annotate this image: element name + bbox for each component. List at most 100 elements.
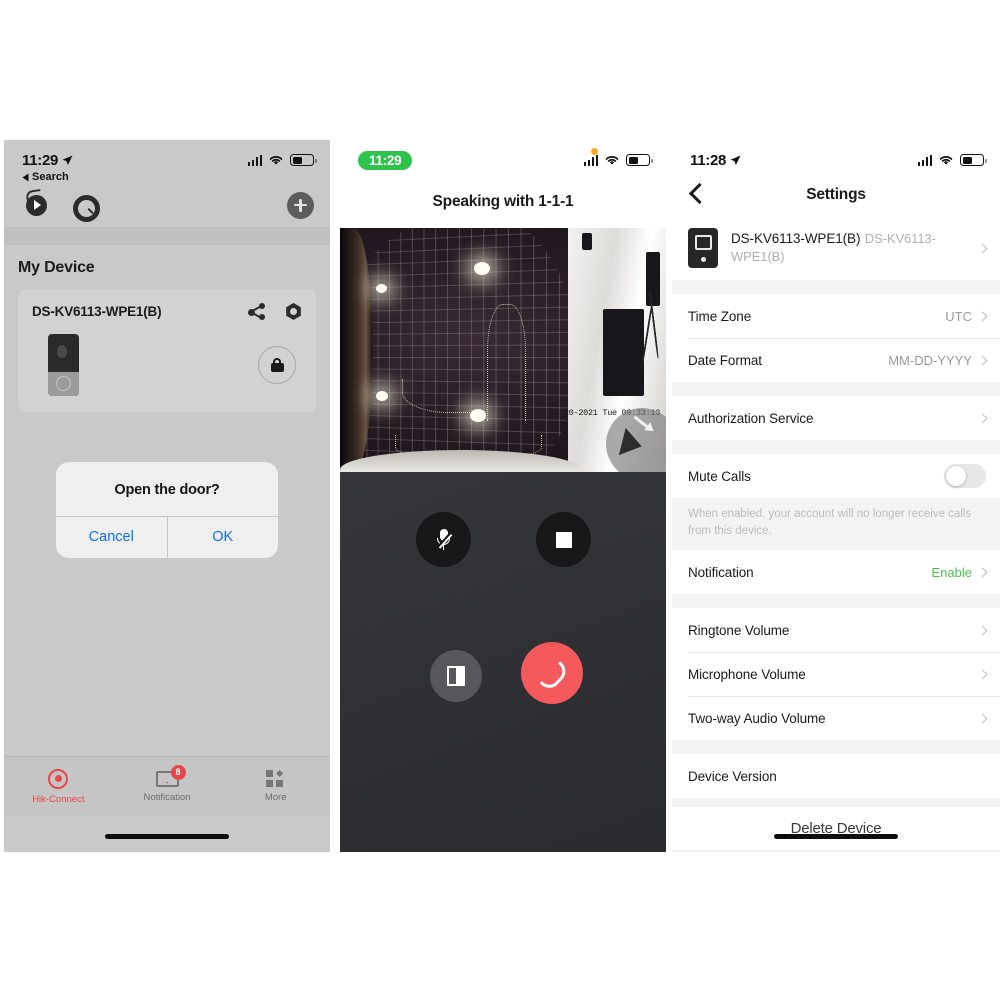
settings-row-ringtone-volume[interactable]: Ringtone Volume xyxy=(672,608,1000,653)
page-title: My Device xyxy=(18,259,95,276)
settings-group-volumes: Ringtone Volume Microphone Volume Two-wa… xyxy=(672,608,1000,741)
top-toolbar xyxy=(4,183,330,227)
settings-row-notification[interactable]: Notification Enable xyxy=(672,550,1000,595)
mute-calls-toggle[interactable] xyxy=(944,464,986,488)
back-chevron-icon[interactable] xyxy=(688,183,701,205)
row-value: MM-DD-YYYY xyxy=(888,352,972,368)
phone-hangup-icon xyxy=(540,661,564,685)
battery-icon xyxy=(626,154,653,166)
settings-group-mute-calls: Mute Calls When enabled, your account wi… xyxy=(672,454,1000,551)
device-card-header: DS-KV6113-WPE1(B) xyxy=(32,303,302,320)
cellular-signal-icon xyxy=(583,154,598,166)
section-divider xyxy=(4,227,330,245)
location-arrow-icon xyxy=(730,155,741,165)
stop-capture-button[interactable] xyxy=(536,512,591,567)
battery-icon xyxy=(960,154,987,166)
status-bar: 11:29 xyxy=(340,140,666,174)
device-name: DS-KV6113-WPE1(B) xyxy=(731,231,861,246)
settings-group-device-version: Device Version xyxy=(672,754,1000,799)
status-time-text: 11:28 xyxy=(690,151,727,169)
hang-up-button[interactable] xyxy=(521,642,583,704)
chevron-right-icon xyxy=(977,311,988,321)
settings-row-date-format[interactable]: Date Format MM-DD-YYYY xyxy=(672,338,1000,382)
unlock-door-button[interactable] xyxy=(258,346,296,384)
dialog-header: Open the door? xyxy=(56,462,278,516)
door-open-icon xyxy=(447,666,465,686)
mute-mic-button[interactable] xyxy=(416,512,471,567)
device-summary-texts: DS-KV6113-WPE1(B) DS-KV6113-WPE1(B) xyxy=(731,230,966,266)
row-label: Authorization Service xyxy=(688,410,814,426)
settings-row-time-zone[interactable]: Time Zone UTC xyxy=(672,294,1000,338)
video-string-light-1 xyxy=(486,303,526,421)
cancel-button[interactable]: Cancel xyxy=(56,517,167,558)
row-label: Ringtone Volume xyxy=(688,622,790,638)
home-indicator xyxy=(105,834,229,839)
settings-row-two-way-audio-volume[interactable]: Two-way Audio Volume xyxy=(672,696,1000,741)
settings-row-device-version[interactable]: Device Version xyxy=(672,754,1000,799)
settings-group-datetime: Time Zone UTC Date Format MM-DD-YYYY xyxy=(672,294,1000,382)
device-card[interactable]: DS-KV6113-WPE1(B) xyxy=(18,289,316,412)
row-label: Notification xyxy=(688,564,754,580)
row-label: Time Zone xyxy=(688,308,752,324)
gear-icon[interactable] xyxy=(286,303,301,320)
navigation-bar: Settings xyxy=(672,174,1000,216)
status-indicators xyxy=(917,154,987,166)
wifi-icon xyxy=(939,156,953,165)
phone-panel-settings: 11:28 Settings DS-KV6113-WPE1(B) DS-KV61… xyxy=(672,140,1000,852)
group-spacer xyxy=(672,280,1000,294)
dialog-title: Open the door? xyxy=(114,482,220,498)
notification-badge: 8 xyxy=(170,764,186,780)
doorbell-thumbnail-icon xyxy=(48,334,79,396)
page-title: Settings xyxy=(806,186,866,203)
live-view-icon[interactable] xyxy=(26,194,47,216)
home-indicator xyxy=(774,834,898,839)
wifi-icon xyxy=(269,156,283,165)
open-door-button[interactable] xyxy=(430,650,482,702)
row-label: Date Format xyxy=(688,352,762,368)
live-video-feed[interactable]: 07-20-2021 Tue 09:33:13 xyxy=(340,228,666,472)
settings-row-mute-calls[interactable]: Mute Calls xyxy=(672,454,1000,498)
cellular-signal-icon xyxy=(917,154,932,166)
group-spacer xyxy=(672,740,1000,755)
tab-hik-connect[interactable]: Hik-Connect xyxy=(4,768,113,805)
status-indicators xyxy=(247,154,317,166)
share-icon[interactable] xyxy=(248,303,265,320)
row-label: Microphone Volume xyxy=(688,666,806,682)
group-spacer xyxy=(672,440,1000,454)
group-spacer xyxy=(672,798,1000,808)
settings-group-notification: Notification Enable xyxy=(672,550,1000,595)
device-card-body xyxy=(32,334,302,396)
add-device-button[interactable] xyxy=(287,191,314,219)
settings-row-microphone-volume[interactable]: Microphone Volume xyxy=(672,652,1000,697)
settings-group-authorization: Authorization Service xyxy=(672,396,1000,440)
tab-notification[interactable]: 8 Notification xyxy=(113,764,222,803)
tab-more[interactable]: More xyxy=(221,770,330,803)
settings-row-authorization-service[interactable]: Authorization Service xyxy=(672,396,1000,440)
dialog-buttons: Cancel OK xyxy=(56,516,278,558)
back-label: Search xyxy=(32,171,69,183)
search-icon[interactable] xyxy=(73,194,100,222)
back-to-search-link[interactable]: Search xyxy=(4,171,330,183)
row-value: Enable xyxy=(931,564,972,580)
microphone-in-use-indicator-icon xyxy=(591,148,598,155)
chevron-right-icon xyxy=(977,567,988,578)
status-time-call-pill: 11:29 xyxy=(358,150,413,170)
row-label: Mute Calls xyxy=(688,468,751,484)
doorbell-device-icon xyxy=(688,228,718,268)
call-controls-pad xyxy=(340,472,666,852)
screenshot-canvas: 11:29 Search My Device DS-KV6113-WPE1(B)… xyxy=(0,0,1000,1000)
row-label: Two-way Audio Volume xyxy=(688,710,826,726)
stop-square-icon xyxy=(555,531,572,548)
tab-label: Notification xyxy=(143,791,191,803)
device-card-actions xyxy=(248,303,302,320)
chevron-right-icon xyxy=(977,243,988,253)
device-summary-row[interactable]: DS-KV6113-WPE1(B) DS-KV6113-WPE1(B) xyxy=(672,216,1000,280)
toolbar-left-group xyxy=(26,194,100,222)
ok-button[interactable]: OK xyxy=(166,517,279,558)
cellular-signal-icon xyxy=(247,154,262,166)
lock-icon xyxy=(270,358,284,372)
mail-icon: 8 xyxy=(155,764,186,787)
group-spacer xyxy=(672,594,1000,609)
delete-device-button[interactable]: Delete Device xyxy=(672,807,1000,851)
row-label: Device Version xyxy=(688,768,777,784)
